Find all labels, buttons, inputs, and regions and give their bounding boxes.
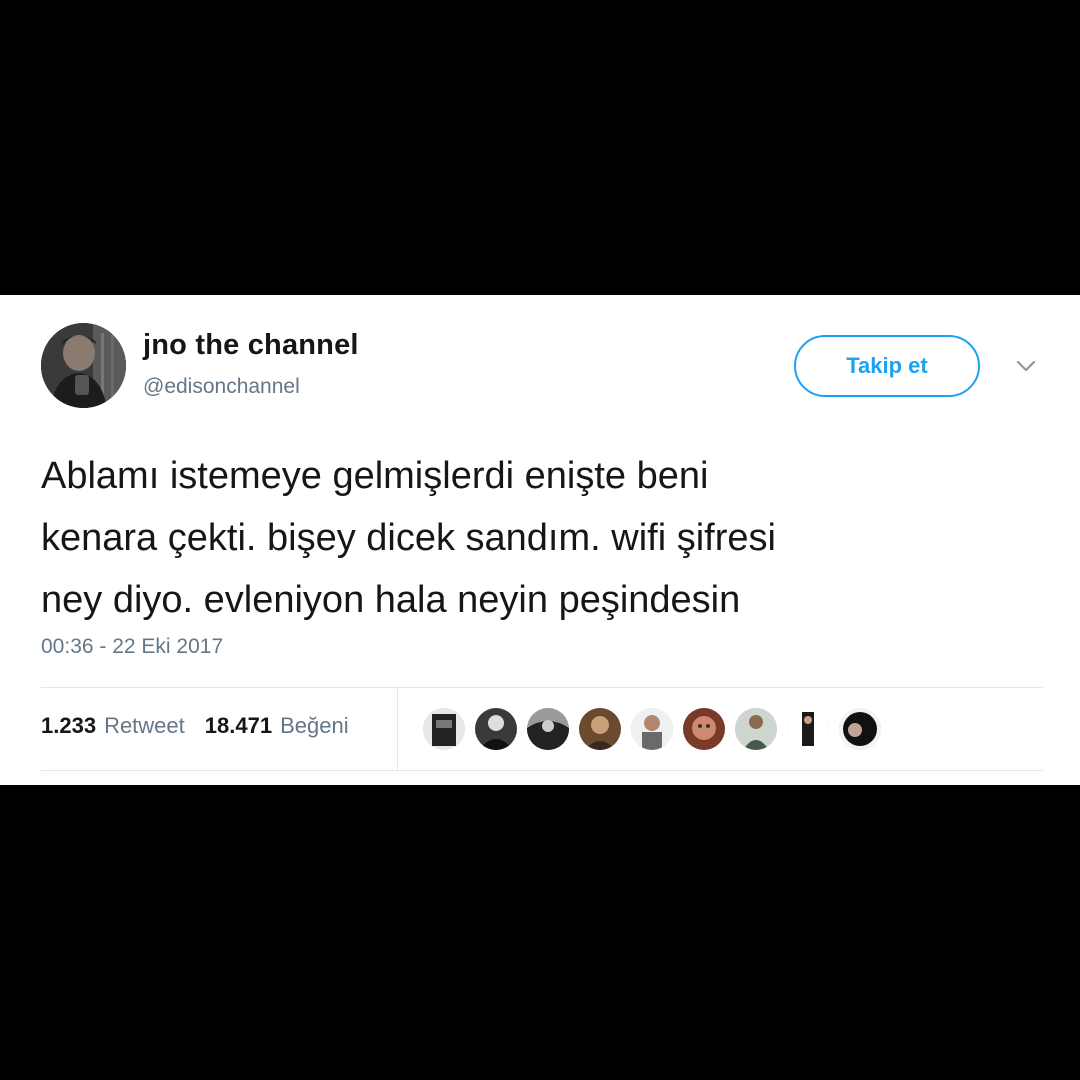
retweet-stat[interactable]: 1.233 Retweet [41, 713, 185, 739]
like-stat[interactable]: 18.471 Beğeni [205, 713, 349, 739]
follow-button[interactable]: Takip et [794, 335, 980, 397]
liker-avatar[interactable] [735, 708, 777, 750]
chevron-down-icon[interactable] [1015, 358, 1037, 374]
liker-avatars [423, 708, 881, 750]
tweet-text-line: kenara çekti. bişey dicek sandım. wifi ş… [41, 517, 776, 559]
liker-avatar[interactable] [787, 708, 829, 750]
like-label: Beğeni [280, 713, 349, 738]
retweet-label: Retweet [104, 713, 185, 738]
liker-avatar[interactable] [475, 708, 517, 750]
like-count: 18.471 [204, 713, 273, 738]
author-avatar[interactable] [41, 323, 126, 408]
author-display-name[interactable]: jno the channel [143, 329, 359, 362]
tweet-timestamp[interactable]: 00:36 - 22 Eki 2017 [41, 635, 223, 659]
tweet-text-line: ney diyo. evleniyon hala neyin peşindesi… [41, 579, 741, 621]
tweet-card: jno the channel @edisonchannel Takip et … [0, 295, 1080, 785]
tweet-text: Ablamı istemeye gelmişlerdi enişte beni … [41, 445, 1041, 631]
tweet-text-line: Ablamı istemeye gelmişlerdi enişte beni [41, 455, 709, 497]
author-handle[interactable]: @edisonchannel [143, 375, 300, 399]
divider [41, 687, 1043, 688]
liker-avatar[interactable] [579, 708, 621, 750]
liker-avatar[interactable] [423, 708, 465, 750]
tweet-stats: 1.233 Retweet 18.471 Beğeni [41, 713, 349, 739]
retweet-count: 1.233 [41, 713, 97, 738]
divider [397, 688, 398, 770]
liker-avatar[interactable] [683, 708, 725, 750]
liker-avatar[interactable] [631, 708, 673, 750]
liker-avatar[interactable] [527, 708, 569, 750]
divider [41, 770, 1043, 771]
liker-avatar[interactable] [839, 708, 881, 750]
